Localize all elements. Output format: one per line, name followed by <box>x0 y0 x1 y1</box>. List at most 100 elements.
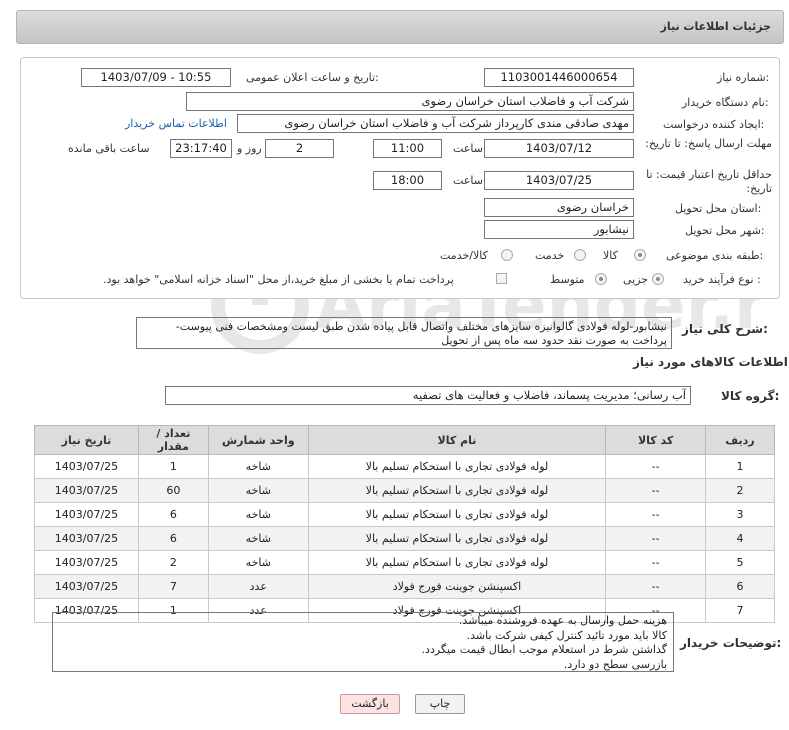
goods-section-title: اطلاعات کالاهای مورد نیاز <box>633 355 788 369</box>
reply-date-field: 1403/07/12 <box>484 139 634 158</box>
days-label: روز و <box>237 142 262 155</box>
cell-item-code: -- <box>605 502 707 527</box>
cell-item-name: لوله فولادی تجاری با استحکام تسلیم بالا <box>307 478 607 503</box>
cell-item-code: -- <box>605 478 707 503</box>
cell-unit: شاخه <box>207 502 309 527</box>
announce-label: تاریخ و ساعت اعلان عمومی: <box>246 71 379 84</box>
cell-unit: عدد <box>207 574 309 599</box>
col-row: ردیف <box>705 425 775 455</box>
cell-need-date: 1403/07/25 <box>34 550 139 575</box>
goods-table-header: تاریخ نیاز تعداد / مقدار واحد شمارش نام … <box>34 425 775 455</box>
buyer-note-line: بازرسی سطح دو دارد. <box>563 657 667 671</box>
days-field: 2 <box>265 139 334 158</box>
creator-label: ایجاد کننده درخواست: <box>663 118 765 131</box>
remaining-label: ساعت باقی مانده <box>68 142 150 155</box>
buyer-note-line: هزینه حمل وارسال به عهده فروشنده میباشد. <box>458 614 667 627</box>
buyer-note-line: کالا باید مورد تائید کنترل کیفی شرکت باش… <box>466 628 667 642</box>
cell-quantity: 2 <box>137 550 209 575</box>
cell-row: 7 <box>705 598 775 623</box>
reply-hour-label: ساعت <box>453 142 483 155</box>
process-radio-medium[interactable] <box>595 273 607 285</box>
cell-item-code: -- <box>605 454 707 479</box>
process-option-medium: متوسط <box>550 273 585 286</box>
validity-time-field: 18:00 <box>373 171 442 190</box>
general-desc-field: نیشابور-لوله فولادی گالوانیزه سایزهای مخ… <box>136 317 672 349</box>
buyer-notes-label: توضیحات خریدار: <box>680 636 782 650</box>
table-row: 1403/07/25 2 شاخه لوله فولادی تجاری با ا… <box>34 550 775 575</box>
cell-item-name: لوله فولادی تجاری با استحکام تسلیم بالا <box>307 526 607 551</box>
cell-quantity: 7 <box>137 574 209 599</box>
process-option-minor: جزیی <box>623 273 649 286</box>
general-desc-label: شرح کلی نیاز: <box>682 322 768 336</box>
city-field: نیشابور <box>484 220 634 239</box>
col-quantity: تعداد / مقدار <box>137 425 209 455</box>
province-label: استان محل تحویل: <box>675 202 762 215</box>
cell-need-date: 1403/07/25 <box>34 454 139 479</box>
cell-row: 1 <box>705 454 775 479</box>
remaining-time-field: 23:17:40 <box>170 139 232 158</box>
need-number-field: 1103001446000654 <box>484 68 634 87</box>
process-radio-minor[interactable] <box>652 273 664 285</box>
category-option-goods-service: کالا/خدمت <box>440 249 488 262</box>
cell-quantity: 6 <box>137 502 209 527</box>
category-option-service: خدمت <box>535 249 565 262</box>
col-unit: واحد شمارش <box>207 425 309 455</box>
table-row: 1403/07/25 1 شاخه لوله فولادی تجاری با ا… <box>34 454 775 479</box>
contact-buyer-link[interactable]: اطلاعات تماس خریدار <box>125 117 227 130</box>
page-header: جزئیات اطلاعات نیاز <box>16 10 784 44</box>
cell-need-date: 1403/07/25 <box>34 478 139 503</box>
cell-quantity: 1 <box>137 454 209 479</box>
validity-hour-label: ساعت <box>453 174 483 187</box>
cell-row: 3 <box>705 502 775 527</box>
category-label: طبقه بندی موضوعی: <box>666 249 764 262</box>
category-radio-service[interactable] <box>574 249 586 261</box>
city-label: شهر محل تحویل: <box>685 224 765 237</box>
announce-field: 1403/07/09 - 10:55 <box>81 68 231 87</box>
cell-item-name: لوله فولادی تجاری با استحکام تسلیم بالا <box>307 502 607 527</box>
cell-need-date: 1403/07/25 <box>34 574 139 599</box>
col-item-name: نام کالا <box>307 425 607 455</box>
print-button[interactable]: چاپ <box>415 694 465 714</box>
cell-row: 2 <box>705 478 775 503</box>
treasury-payment-checkbox[interactable] <box>496 273 507 284</box>
category-radio-goods[interactable] <box>634 249 646 261</box>
reply-time-field: 11:00 <box>373 139 442 158</box>
page-title: جزئیات اطلاعات نیاز <box>660 20 772 33</box>
process-label: نوع فرآیند خرید : <box>683 273 761 286</box>
cell-unit: شاخه <box>207 478 309 503</box>
validity-label: حداقل تاریخ اعتبار قیمت: تا تاریخ: <box>646 168 772 195</box>
cell-item-code: -- <box>605 574 707 599</box>
col-need-date: تاریخ نیاز <box>34 425 139 455</box>
cell-unit: شاخه <box>207 454 309 479</box>
back-button[interactable]: بازگشت <box>340 694 400 714</box>
need-number-label: شماره نیاز: <box>717 71 770 84</box>
reply-deadline-label: مهلت ارسال پاسخ: تا تاریخ: <box>645 137 772 150</box>
goods-group-label: گروه کالا: <box>721 389 780 403</box>
cell-row: 5 <box>705 550 775 575</box>
goods-table: تاریخ نیاز تعداد / مقدار واحد شمارش نام … <box>34 425 775 623</box>
buyer-org-label: نام دستگاه خریدار: <box>682 96 769 109</box>
table-row: 1403/07/25 60 شاخه لوله فولادی تجاری با … <box>34 478 775 503</box>
buyer-org-field: شرکت آب و فاضلاب استان خراسان رضوی <box>186 92 634 111</box>
col-item-code: کد کالا <box>605 425 707 455</box>
cell-item-name: اکسپنشن جوینت فورج فولاد <box>307 574 607 599</box>
buyer-notes-field: هزینه حمل وارسال به عهده فروشنده میباشد.… <box>52 612 674 672</box>
cell-need-date: 1403/07/25 <box>34 502 139 527</box>
table-row: 1403/07/25 6 شاخه لوله فولادی تجاری با ا… <box>34 526 775 551</box>
validity-date-field: 1403/07/25 <box>484 171 634 190</box>
cell-row: 6 <box>705 574 775 599</box>
cell-quantity: 60 <box>137 478 209 503</box>
treasury-payment-text: پرداخت تمام یا بخشی از مبلغ خرید،از محل … <box>103 273 454 286</box>
cell-unit: شاخه <box>207 550 309 575</box>
cell-need-date: 1403/07/25 <box>34 526 139 551</box>
cell-item-name: لوله فولادی تجاری با استحکام تسلیم بالا <box>307 550 607 575</box>
cell-unit: شاخه <box>207 526 309 551</box>
buyer-note-line: گذاشتن شرط در استعلام موجب ابطال قیمت می… <box>421 643 667 656</box>
province-field: خراسان رضوی <box>484 198 634 217</box>
cell-item-code: -- <box>605 526 707 551</box>
cell-row: 4 <box>705 526 775 551</box>
table-row: 1403/07/25 7 عدد اکسپنشن جوینت فورج فولا… <box>34 574 775 599</box>
creator-field: مهدی صادقی مندی کارپرداز شرکت آب و فاضلا… <box>237 114 634 133</box>
cell-quantity: 6 <box>137 526 209 551</box>
category-radio-goods-service[interactable] <box>501 249 513 261</box>
